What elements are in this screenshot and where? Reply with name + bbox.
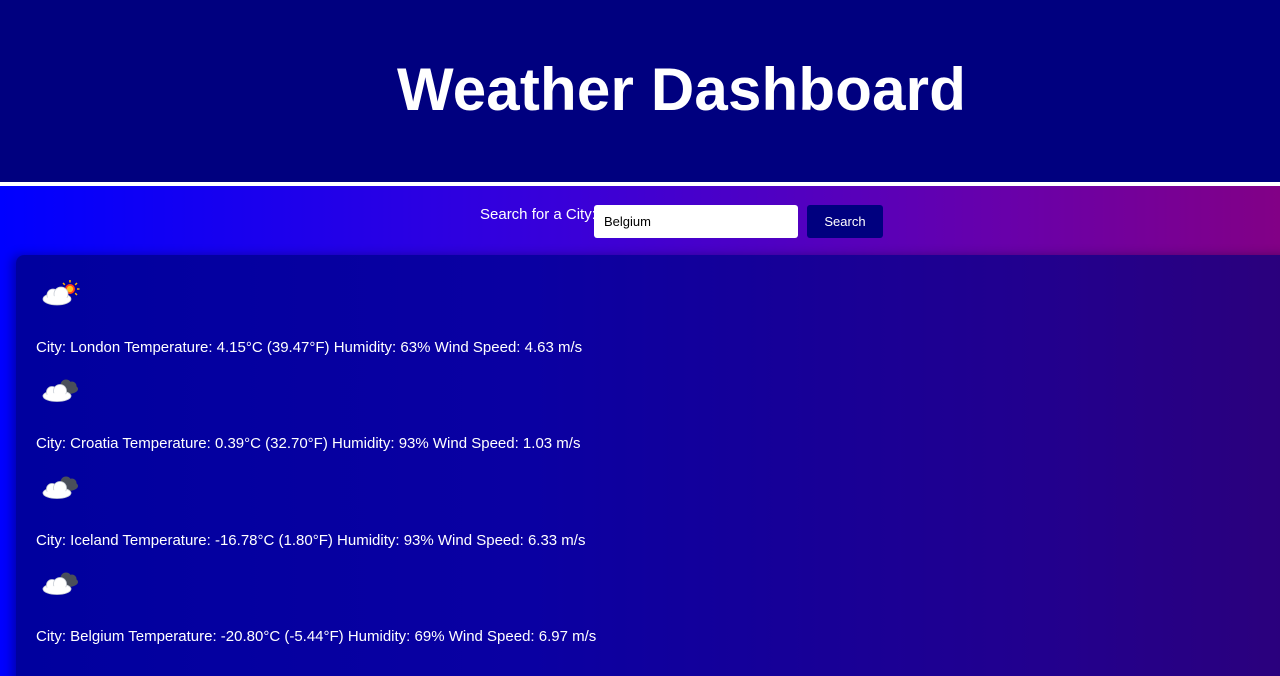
cloud-icon xyxy=(42,476,78,499)
city-search-input[interactable] xyxy=(594,205,798,238)
search-button[interactable]: Search xyxy=(807,205,883,238)
weather-item: City: London Temperature: 4.15°C (39.47°… xyxy=(36,255,936,356)
weather-info-text: City: Belgium Temperature: -20.80°C (-5.… xyxy=(36,628,597,645)
cloud-sun-icon xyxy=(42,280,80,306)
weather-item: City: Belgium Temperature: -20.80°C (-5.… xyxy=(36,544,936,645)
page-title: Weather Dashboard xyxy=(396,56,967,123)
weather-item: City: Iceland Temperature: -16.78°C (1.8… xyxy=(36,448,936,549)
cloud-icon xyxy=(42,379,78,402)
search-bar: Search for a City: Search xyxy=(0,204,1280,240)
page-header: Weather Dashboard xyxy=(0,0,1280,186)
weather-results-panel: City: London Temperature: 4.15°C (39.47°… xyxy=(16,255,1280,676)
weather-item: City: Croatia Temperature: 0.39°C (32.70… xyxy=(36,351,936,452)
cloud-icon xyxy=(42,572,78,595)
search-label: Search for a City: xyxy=(480,206,596,223)
